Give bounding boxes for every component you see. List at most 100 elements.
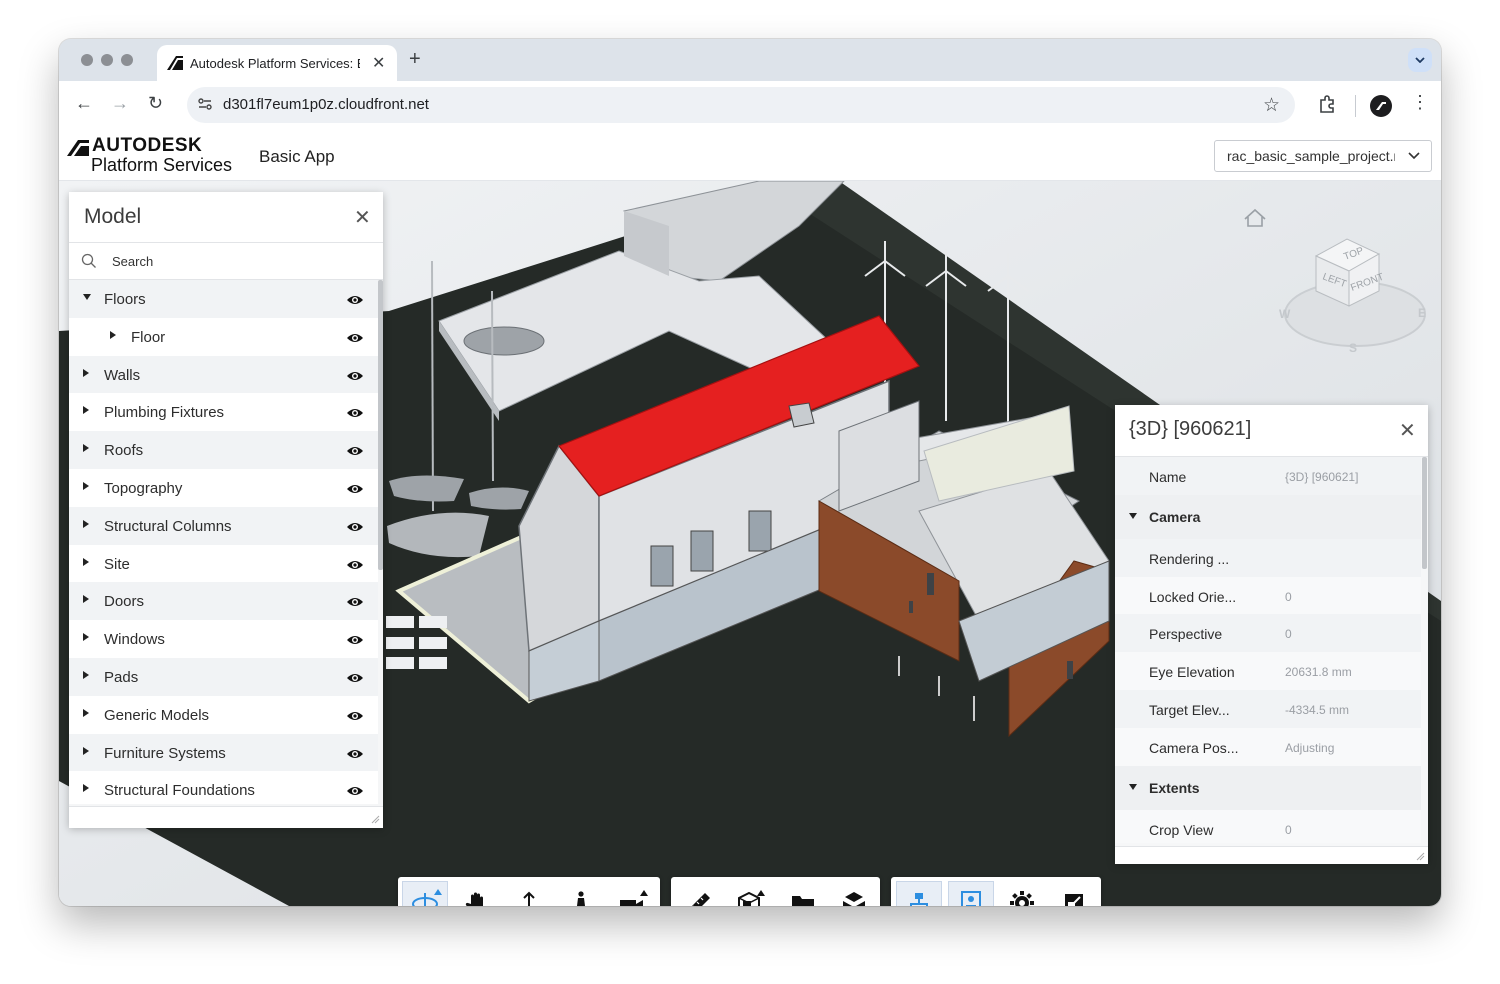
tree-item[interactable]: Floor <box>69 317 378 356</box>
caret-right-icon[interactable] <box>83 481 89 490</box>
model-panel-resize-handle[interactable] <box>69 806 383 828</box>
visibility-eye-icon[interactable] <box>346 521 364 533</box>
caret-right-icon[interactable] <box>83 633 89 642</box>
caret-down-icon[interactable] <box>1129 512 1137 519</box>
tree-item[interactable]: Pads <box>69 657 378 696</box>
profile-logo-icon <box>1376 102 1386 110</box>
extensions-icon[interactable] <box>1317 94 1337 114</box>
visibility-eye-icon[interactable] <box>346 596 364 608</box>
brand-name: AUTODESK <box>92 135 203 156</box>
section-button[interactable] <box>729 881 773 906</box>
property-name: Name <box>1149 469 1187 485</box>
zoom-button[interactable] <box>507 881 551 906</box>
property-category[interactable]: Extents <box>1115 765 1421 810</box>
caret-right-icon[interactable] <box>83 368 89 377</box>
caret-right-icon[interactable] <box>83 746 89 755</box>
home-icon[interactable] <box>1244 208 1266 227</box>
properties-button[interactable] <box>948 881 994 906</box>
caret-right-icon[interactable] <box>83 670 89 679</box>
bookmark-star-icon[interactable]: ☆ <box>1263 94 1280 117</box>
first-person-button[interactable] <box>559 881 603 906</box>
search-icon <box>81 253 96 268</box>
model-structure-button[interactable] <box>896 881 942 906</box>
tab-close-icon[interactable]: ✕ <box>372 53 385 73</box>
address-bar[interactable]: d301fl7eum1p0z.cloudfront.net ☆ <box>187 87 1295 123</box>
property-name: Eye Elevation <box>1149 664 1235 681</box>
model-search-input[interactable]: Search <box>69 243 383 280</box>
caret-right-icon[interactable] <box>83 406 89 415</box>
model-panel-header: Model ✕ <box>69 192 383 243</box>
camera-button[interactable] <box>611 881 655 906</box>
measure-button[interactable] <box>677 881 721 906</box>
property-name: Camera Pos... <box>1149 739 1239 756</box>
tree-item[interactable]: Structural Columns <box>69 506 378 545</box>
visibility-eye-icon[interactable] <box>346 748 364 760</box>
tree-item[interactable]: Generic Models <box>69 695 378 734</box>
visibility-eye-icon[interactable] <box>346 559 364 571</box>
tab-search-button[interactable] <box>1408 48 1432 72</box>
visibility-eye-icon[interactable] <box>346 785 364 797</box>
caret-right-icon[interactable] <box>83 708 89 717</box>
minimize-window-button[interactable] <box>101 54 113 66</box>
compass-east: E <box>1418 306 1426 320</box>
close-icon[interactable]: ✕ <box>354 205 371 230</box>
new-tab-button[interactable]: + <box>409 48 421 71</box>
reload-button[interactable]: ↻ <box>148 93 163 114</box>
visibility-eye-icon[interactable] <box>346 483 364 495</box>
browser-menu-button[interactable]: ⋮ <box>1411 92 1429 113</box>
forward-button[interactable]: → <box>111 93 129 114</box>
model-tree-scrollbar[interactable] <box>378 280 383 570</box>
tree-item[interactable]: Doors <box>69 582 378 621</box>
view-cube-widget[interactable]: TOP LEFT FRONT W E S <box>1239 199 1439 364</box>
model-browser-button[interactable] <box>781 881 825 906</box>
tree-item[interactable]: Topography <box>69 468 378 507</box>
orbit-button[interactable] <box>402 881 448 906</box>
caret-right-icon[interactable] <box>83 557 89 566</box>
caret-right-icon[interactable] <box>83 519 89 528</box>
visibility-eye-icon[interactable] <box>346 294 364 306</box>
tree-item[interactable]: Walls <box>69 355 378 394</box>
visibility-eye-icon[interactable] <box>346 407 364 419</box>
visibility-eye-icon[interactable] <box>346 672 364 684</box>
fullscreen-button[interactable] <box>1052 881 1096 906</box>
back-button[interactable]: ← <box>75 93 93 114</box>
pan-button[interactable] <box>455 881 499 906</box>
property-value: {3D} [960621] <box>1285 470 1359 484</box>
caret-right-icon[interactable] <box>83 444 89 453</box>
properties-panel-resize-handle[interactable] <box>1115 846 1428 864</box>
browser-tab[interactable]: Autodesk Platform Services: Basic App ✕ <box>157 45 397 81</box>
resize-grip-icon <box>371 815 380 824</box>
tree-item[interactable]: Roofs <box>69 431 378 469</box>
tree-item[interactable]: Floors <box>69 280 378 318</box>
caret-down-icon[interactable] <box>83 294 91 300</box>
caret-right-icon[interactable] <box>83 784 89 793</box>
visibility-eye-icon[interactable] <box>346 332 364 344</box>
close-icon[interactable]: ✕ <box>1399 418 1416 443</box>
caret-right-icon[interactable] <box>83 595 89 604</box>
visibility-eye-icon[interactable] <box>346 445 364 457</box>
tree-item[interactable]: Structural Foundations <box>69 771 378 804</box>
property-category[interactable]: Camera <box>1115 494 1421 539</box>
app-header: AUTODESK Platform Services Basic App rac… <box>59 130 1441 181</box>
caret-right-icon[interactable] <box>110 330 116 339</box>
maximize-window-button[interactable] <box>121 54 133 66</box>
visibility-eye-icon[interactable] <box>346 634 364 646</box>
property-row: Name {3D} [960621] <box>1115 457 1421 495</box>
explode-button[interactable] <box>832 881 876 906</box>
project-select[interactable]: rac_basic_sample_project.rvt <box>1214 140 1432 172</box>
properties-scrollbar[interactable] <box>1422 457 1427 569</box>
settings-button[interactable] <box>1000 881 1044 906</box>
caret-down-icon[interactable] <box>1129 783 1137 790</box>
tree-item[interactable]: Plumbing Fixtures <box>69 393 378 432</box>
site-settings-icon[interactable] <box>197 96 213 112</box>
autodesk-logo-icon <box>167 56 183 70</box>
model-panel-title: Model <box>84 205 142 228</box>
tree-item[interactable]: Windows <box>69 620 378 658</box>
close-window-button[interactable] <box>81 54 93 66</box>
tree-item[interactable]: Furniture Systems <box>69 733 378 772</box>
profile-avatar[interactable] <box>1370 95 1392 117</box>
tree-item[interactable]: Site <box>69 544 378 583</box>
viewer-canvas[interactable]: TOP LEFT FRONT W E S Model ✕ Search Floo… <box>59 181 1441 906</box>
visibility-eye-icon[interactable] <box>346 370 364 382</box>
visibility-eye-icon[interactable] <box>346 710 364 722</box>
